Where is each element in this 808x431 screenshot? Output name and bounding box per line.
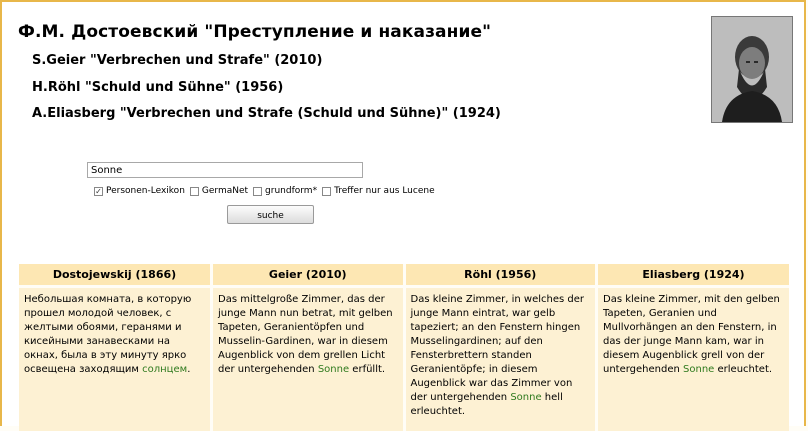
- results-table: Dostojewskij (1866) Geier (2010) Röhl (1…: [19, 264, 789, 431]
- search-hit: Sonne: [683, 364, 714, 375]
- translation-geier: S.Geier "Verbrechen und Strafe" (2010): [32, 53, 322, 68]
- cell-text: Das kleine Zimmer, in welches der junge …: [411, 294, 585, 403]
- author-portrait: [711, 16, 793, 123]
- search-button[interactable]: suche: [227, 205, 314, 224]
- option-label: GermaNet: [202, 186, 248, 196]
- column-header-dostojewskij: Dostojewskij (1866): [19, 264, 212, 287]
- cell-eliasberg: Das kleine Zimmer, mit den gelben Tapete…: [597, 287, 790, 431]
- search-hit: солнцем: [142, 364, 187, 375]
- cell-text: .: [187, 364, 190, 375]
- cell-dostojewskij: Небольшая комната, в которую прошел моло…: [19, 287, 212, 431]
- personen-lexikon-checkbox[interactable]: ✓: [94, 187, 103, 196]
- page-title: Ф.М. Достоевский "Преступление и наказан…: [18, 22, 491, 42]
- cell-text: Das mittelgroße Zimmer, das der junge Ma…: [218, 294, 393, 375]
- column-header-eliasberg: Eliasberg (1924): [597, 264, 790, 287]
- search-hit: Sonne: [318, 364, 349, 375]
- option-grundform[interactable]: grundform*: [253, 186, 317, 196]
- option-label: Personen-Lexikon: [106, 186, 185, 196]
- search-options: ✓ Personen-Lexikon GermaNet grundform* T…: [94, 186, 440, 196]
- option-label: grundform*: [265, 186, 317, 196]
- cell-roehl: Das kleine Zimmer, in welches der junge …: [404, 287, 597, 431]
- germanet-checkbox[interactable]: [190, 187, 199, 196]
- search-hit: Sonne: [510, 392, 541, 403]
- results-header-row: Dostojewskij (1866) Geier (2010) Röhl (1…: [19, 264, 789, 287]
- cell-geier: Das mittelgroße Zimmer, das der junge Ma…: [212, 287, 405, 431]
- option-label: Treffer nur aus Lucene: [334, 186, 435, 196]
- option-germanet[interactable]: GermaNet: [190, 186, 248, 196]
- table-row: Небольшая комната, в которую прошел моло…: [19, 287, 789, 431]
- grundform-checkbox[interactable]: [253, 187, 262, 196]
- search-input[interactable]: [87, 162, 363, 178]
- cell-text: erfüllt.: [349, 364, 385, 375]
- column-header-roehl: Röhl (1956): [404, 264, 597, 287]
- column-header-geier: Geier (2010): [212, 264, 405, 287]
- option-personen-lexikon[interactable]: ✓ Personen-Lexikon: [94, 186, 185, 196]
- option-lucene-only[interactable]: Treffer nur aus Lucene: [322, 186, 435, 196]
- lucene-only-checkbox[interactable]: [322, 187, 331, 196]
- translation-roehl: H.Röhl "Schuld und Sühne" (1956): [32, 80, 283, 95]
- cell-text: Das kleine Zimmer, mit den gelben Tapete…: [603, 294, 780, 375]
- translation-eliasberg: A.Eliasberg "Verbrechen und Strafe (Schu…: [32, 106, 501, 121]
- cell-text: Небольшая комната, в которую прошел моло…: [24, 294, 191, 375]
- cell-text: erleuchtet.: [714, 364, 772, 375]
